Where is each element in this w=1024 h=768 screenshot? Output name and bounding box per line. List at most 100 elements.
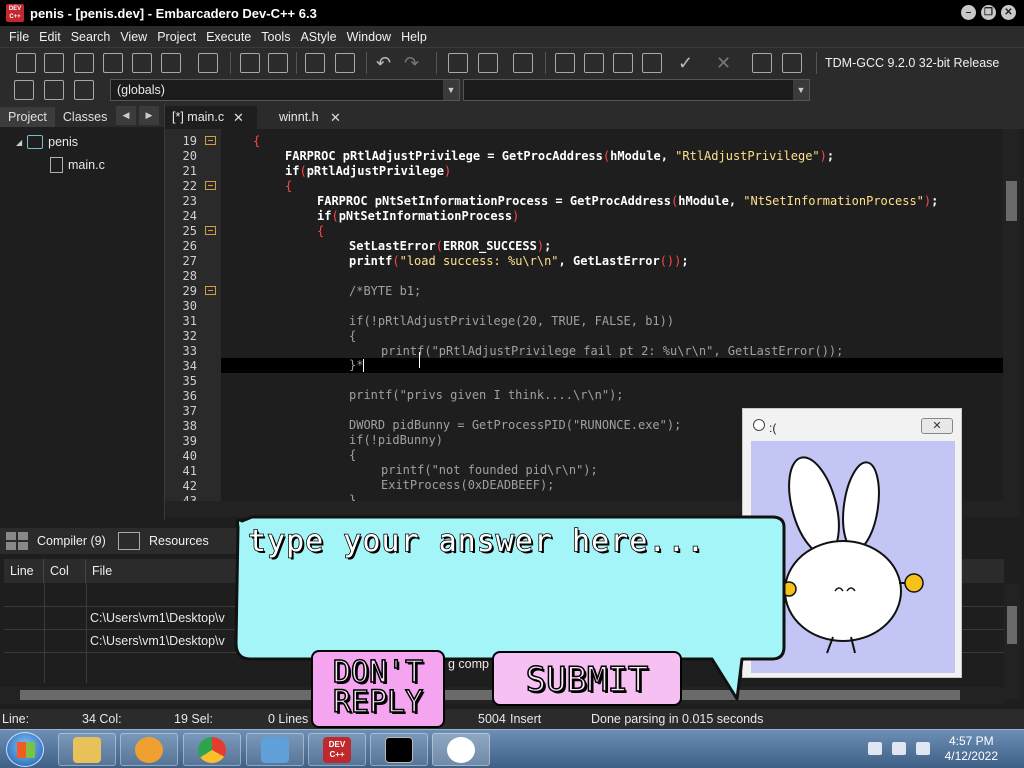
line-number: 30	[182, 299, 197, 313]
compile-run-icon[interactable]	[613, 53, 633, 73]
close-file-icon[interactable]	[132, 53, 152, 73]
menu-edit[interactable]: Edit	[34, 30, 66, 44]
tab-classes[interactable]: Classes	[54, 107, 116, 127]
open-folder-icon[interactable]	[44, 53, 64, 73]
popup-close-button[interactable]: ✕	[921, 418, 953, 434]
folder-icon	[73, 737, 101, 763]
answer-input[interactable]: type your answer here...	[247, 523, 705, 560]
output-vertical-scrollbar[interactable]	[1004, 584, 1020, 699]
close-icon[interactable]: ✕	[233, 106, 244, 129]
column-col[interactable]: Col	[44, 559, 86, 583]
code-line: printf("privs given I think....\r\n");	[349, 388, 624, 402]
tab-compiler[interactable]: Compiler (9)	[37, 528, 106, 554]
status-col: 34 Col:	[82, 712, 122, 726]
profile-icon[interactable]	[752, 53, 772, 73]
tab-resources[interactable]: Resources	[149, 528, 209, 554]
taskbar-chrome[interactable]	[183, 733, 241, 766]
line-number: 20	[182, 149, 197, 163]
chevron-right-icon[interactable]: ▶	[139, 106, 159, 125]
editor-vertical-scrollbar[interactable]	[1003, 129, 1020, 501]
project-tree: ◢ penis main.c	[0, 127, 164, 520]
project-options-icon[interactable]	[513, 53, 533, 73]
column-line[interactable]: Line	[4, 559, 44, 583]
tab-main-c[interactable]: [*] main.c ✕	[165, 106, 257, 129]
taskbar-bunny[interactable]	[432, 733, 490, 766]
save-all-icon[interactable]	[103, 53, 123, 73]
indent-icon[interactable]	[305, 53, 325, 73]
taskbar-photo-viewer[interactable]	[246, 733, 304, 766]
bookmark-icon[interactable]	[44, 80, 64, 100]
menu-file[interactable]: File	[4, 30, 34, 44]
minimize-button[interactable]: –	[961, 5, 976, 20]
save-icon[interactable]	[74, 53, 94, 73]
menu-window[interactable]: Window	[342, 30, 396, 44]
submit-button[interactable]: SUBMIT	[492, 651, 682, 706]
menu-project[interactable]: Project	[152, 30, 201, 44]
volume-icon[interactable]	[916, 742, 930, 755]
scrollbar-thumb[interactable]	[1006, 181, 1017, 221]
code-line: printf("load success: %u\r\n", GetLastEr…	[349, 254, 689, 268]
dont-reply-button[interactable]: DON'T REPLY	[311, 650, 445, 728]
tab-project[interactable]: Project	[0, 107, 55, 127]
menu-execute[interactable]: Execute	[201, 30, 256, 44]
network-icon[interactable]	[892, 742, 906, 755]
start-button[interactable]	[6, 732, 44, 767]
menu-astyle[interactable]: AStyle	[295, 30, 341, 44]
delete-profile-icon[interactable]	[782, 53, 802, 73]
project-panel: Project Classes ◀ ▶ ◢ penis main.c	[0, 103, 165, 520]
clock-date: 4/12/2022	[944, 749, 998, 763]
undo-icon[interactable]: ↶	[376, 53, 396, 73]
compiler-select[interactable]: TDM-GCC 9.2.0 32-bit Release	[816, 52, 1020, 74]
code-line: }	[349, 493, 357, 501]
taskbar-console[interactable]	[370, 733, 428, 766]
goto-line-icon[interactable]	[335, 53, 355, 73]
stop-execution-icon[interactable]: ✕	[716, 53, 736, 73]
find-icon[interactable]	[240, 53, 260, 73]
code-line: {	[349, 448, 357, 462]
line-number: 24	[182, 209, 197, 223]
taskbar-explorer[interactable]	[58, 733, 116, 766]
chrome-icon	[198, 737, 226, 763]
run-icon[interactable]	[584, 53, 604, 73]
taskbar-devcpp[interactable]: DEV C++	[308, 733, 366, 766]
clock[interactable]: 4:57 PM 4/12/2022	[945, 734, 998, 764]
line-gutter: 19 20 21 22 23 24 25 26 27 28 29 30 31 32 33 34 35 36 37 38…	[165, 129, 221, 501]
menu-view[interactable]: View	[115, 30, 152, 44]
chevron-down-icon[interactable]: ▼	[793, 80, 809, 100]
maximize-button[interactable]: ❐	[981, 5, 996, 20]
new-file-icon[interactable]	[16, 53, 36, 73]
fold-marker-icon[interactable]	[205, 181, 216, 190]
bookmarks-list-icon[interactable]	[74, 80, 94, 100]
status-sel: 19 Sel:	[174, 712, 213, 726]
taskbar-media-player[interactable]	[120, 733, 178, 766]
fold-marker-icon[interactable]	[205, 226, 216, 235]
check-syntax-icon[interactable]: ✓	[678, 53, 698, 73]
menu-help[interactable]: Help	[396, 30, 432, 44]
close-all-icon[interactable]	[161, 53, 181, 73]
chevron-down-icon[interactable]: ▼	[443, 80, 459, 100]
tree-item-file[interactable]: main.c	[50, 157, 105, 173]
replace-icon[interactable]	[268, 53, 288, 73]
menu-tools[interactable]: Tools	[256, 30, 295, 44]
print-icon[interactable]	[198, 53, 218, 73]
remove-from-project-icon[interactable]	[478, 53, 498, 73]
tree-item-project[interactable]: ◢ penis	[16, 135, 78, 149]
toggle-bookmark-icon[interactable]	[14, 80, 34, 100]
menu-search[interactable]: Search	[66, 30, 116, 44]
action-center-icon[interactable]	[868, 742, 882, 755]
fold-marker-icon[interactable]	[205, 286, 216, 295]
add-to-project-icon[interactable]	[448, 53, 468, 73]
function-select[interactable]: ▼	[463, 79, 810, 101]
current-line: }*	[221, 358, 1003, 373]
scope-select[interactable]: (globals) ▼	[110, 79, 460, 101]
rebuild-icon[interactable]	[642, 53, 662, 73]
photo-viewer-icon	[261, 737, 289, 763]
close-button[interactable]: ✕	[1001, 5, 1016, 20]
close-icon[interactable]: ✕	[330, 106, 341, 129]
chevron-left-icon[interactable]: ◀	[116, 106, 136, 125]
redo-icon[interactable]: ↷	[404, 53, 424, 73]
expand-arrow-icon[interactable]: ◢	[16, 138, 22, 147]
fold-marker-icon[interactable]	[205, 136, 216, 145]
compile-icon[interactable]	[555, 53, 575, 73]
tab-winnt-h[interactable]: winnt.h ✕	[272, 106, 352, 129]
